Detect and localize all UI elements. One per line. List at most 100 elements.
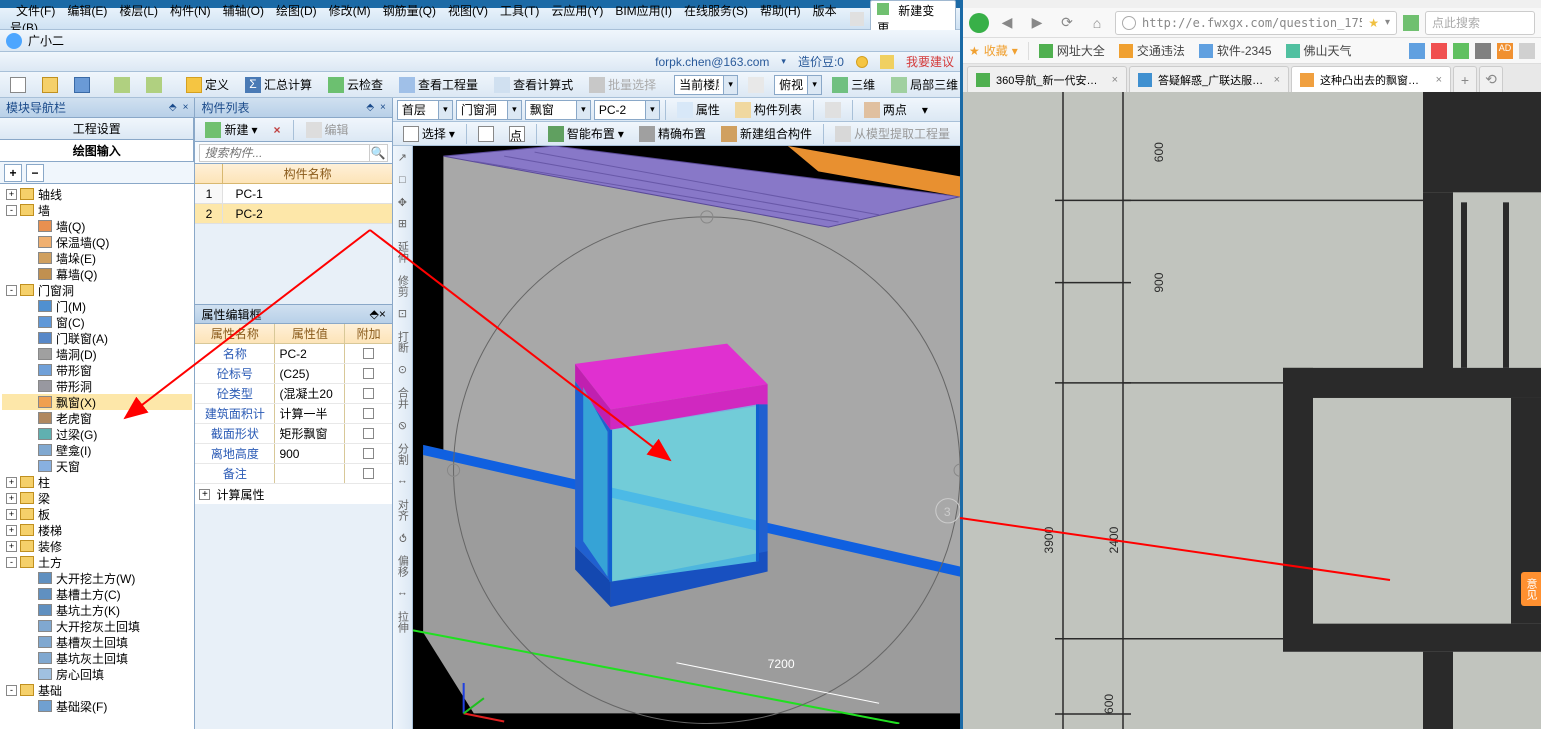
floor-combo[interactable]: ▾ — [674, 75, 738, 95]
bookmark-item[interactable]: 软件-2345 — [1199, 42, 1272, 59]
menu-item[interactable]: 在线服务(S) — [678, 2, 754, 20]
tree-node[interactable]: 保温墙(Q) — [2, 234, 192, 250]
snap1-button[interactable] — [472, 123, 500, 145]
tree-node[interactable]: +柱 — [2, 474, 192, 490]
floor-icon-button[interactable] — [742, 74, 770, 96]
toggle-icon[interactable]: - — [6, 205, 17, 216]
bookmark-item[interactable]: 佛山天气 — [1286, 42, 1352, 59]
checkbox[interactable] — [363, 388, 374, 399]
tree-node[interactable]: 门联窗(A) — [2, 330, 192, 346]
ad-icon[interactable]: AD — [1497, 43, 1513, 59]
checkbox[interactable] — [363, 408, 374, 419]
vtool-button[interactable]: 分割 — [394, 440, 410, 468]
tree-node[interactable]: 基槽灰土回填 — [2, 634, 192, 650]
suggest-link[interactable]: 我要建议 — [906, 53, 954, 70]
vtool-button[interactable]: 延伸 — [394, 238, 410, 266]
toggle-icon[interactable]: + — [6, 477, 17, 488]
vtool-button[interactable]: 修剪 — [394, 272, 410, 300]
checkbox[interactable] — [363, 348, 374, 359]
vtool-button[interactable]: 拉伸 — [394, 608, 410, 636]
batch-select-button[interactable]: 批量选择 — [583, 73, 662, 96]
comp-list-button[interactable]: 构件列表 — [729, 98, 808, 121]
table-row[interactable]: 2PC-2 — [195, 204, 391, 224]
bookmark-item[interactable]: 网址大全 — [1039, 42, 1105, 59]
prop-value[interactable]: PC-2 — [275, 344, 345, 363]
vtool-button[interactable]: ⊡ — [394, 306, 410, 322]
save-button[interactable] — [68, 74, 96, 96]
tree-node[interactable]: 窗(C) — [2, 314, 192, 330]
new-combo-button[interactable]: 新建组合构件 — [715, 122, 818, 145]
menu-item[interactable]: BIM应用(I) — [609, 2, 678, 20]
dropdown-icon[interactable] — [850, 12, 864, 26]
item-select[interactable]: ▾ — [594, 100, 660, 120]
chevron-down-icon[interactable]: ▾ — [723, 76, 737, 94]
tree-node[interactable]: +板 — [2, 506, 192, 522]
menu-item[interactable]: 楼层(L) — [113, 2, 164, 20]
undo-button[interactable] — [108, 74, 136, 96]
tab-close-icon[interactable]: × — [1112, 74, 1118, 86]
tree-node[interactable]: +装修 — [2, 538, 192, 554]
vtool-button[interactable]: ⊘ — [394, 418, 410, 434]
menu-item[interactable]: 构件(N) — [164, 2, 217, 20]
menu-item[interactable]: 绘图(D) — [270, 2, 323, 20]
tree-node[interactable]: 幕墙(Q) — [2, 266, 192, 282]
tree-node[interactable]: 墙(Q) — [2, 218, 192, 234]
browser-tab[interactable]: 360导航_新一代安全上× — [967, 66, 1127, 92]
menu-item[interactable]: 视图(V) — [442, 2, 494, 20]
chevron-down-icon[interactable]: ▾ — [576, 101, 590, 119]
3d-button[interactable]: 三维 — [826, 73, 881, 96]
floor-input[interactable] — [675, 76, 723, 94]
toggle-icon[interactable]: - — [6, 285, 17, 296]
star-icon[interactable]: ★ — [1368, 16, 1379, 30]
checkbox[interactable] — [363, 448, 374, 459]
menu-item[interactable]: 辅轴(O) — [217, 2, 270, 20]
grid-icon-button[interactable] — [819, 99, 847, 121]
checkbox[interactable] — [363, 368, 374, 379]
prop-row[interactable]: 砼标号(C25) — [195, 364, 391, 384]
tree-node[interactable]: 墙垛(E) — [2, 250, 192, 266]
checkbox[interactable] — [363, 468, 374, 479]
open-button[interactable] — [36, 74, 64, 96]
prop-row[interactable]: 建筑面积计计算一半 — [195, 404, 391, 424]
tree-node[interactable]: 大开挖灰土回填 — [2, 618, 192, 634]
subcategory-select[interactable]: ▾ — [525, 100, 591, 120]
address-bar[interactable]: ★ ▾ — [1115, 11, 1397, 35]
two-point-button[interactable]: 两点 — [858, 98, 913, 121]
url-input[interactable] — [1142, 16, 1362, 30]
nav-tree[interactable]: +轴线-墙墙(Q)保温墙(Q)墙垛(E)幕墙(Q)-门窗洞门(M)窗(C)门联窗… — [0, 184, 194, 729]
prop-row[interactable]: 备注 — [195, 464, 391, 484]
ext2-icon[interactable] — [1431, 43, 1447, 59]
cloud-check-button[interactable]: 云检查 — [322, 73, 389, 96]
point-button[interactable]: 点 — [503, 123, 531, 145]
tree-node[interactable]: 带形窗 — [2, 362, 192, 378]
fav-button[interactable]: ★ 收藏 ▾ — [969, 42, 1018, 59]
expand-all-button[interactable]: + — [4, 164, 22, 182]
reload-button[interactable]: ⟳ — [1055, 11, 1079, 35]
tree-node[interactable]: -墙 — [2, 202, 192, 218]
search-icon[interactable]: 🔍 — [370, 144, 388, 162]
ext4-icon[interactable] — [1475, 43, 1491, 59]
tree-node[interactable]: 过梁(G) — [2, 426, 192, 442]
pin-icon[interactable]: ⬘ — [370, 307, 379, 321]
restore-tab-button[interactable]: ⟲ — [1479, 66, 1503, 92]
vtool-button[interactable]: 打断 — [394, 328, 410, 356]
extension-icon[interactable] — [1403, 15, 1419, 31]
dd-button[interactable]: ▾ — [916, 100, 934, 120]
delete-component-button[interactable]: × — [267, 120, 286, 140]
precise-layout-button[interactable]: 精确布置 — [633, 122, 712, 145]
prop-row[interactable]: 截面形状矩形飘窗 — [195, 424, 391, 444]
tab-close-icon[interactable]: × — [1436, 74, 1442, 86]
tree-node[interactable]: 老虎窗 — [2, 410, 192, 426]
tree-node[interactable]: 基坑灰土回填 — [2, 650, 192, 666]
tree-node[interactable]: 大开挖土方(W) — [2, 570, 192, 586]
toggle-icon[interactable]: + — [6, 509, 17, 520]
tree-node[interactable]: 房心回填 — [2, 666, 192, 682]
prop-value[interactable]: (C25) — [275, 364, 345, 383]
vtool-button[interactable]: ⊙ — [394, 362, 410, 378]
toggle-icon[interactable]: + — [6, 189, 17, 200]
vtool-button[interactable]: □ — [394, 172, 410, 188]
tab-close-icon[interactable]: × — [1274, 74, 1280, 86]
tree-node[interactable]: 基坑土方(K) — [2, 602, 192, 618]
local-3d-button[interactable]: 局部三维 — [885, 73, 964, 96]
forward-button[interactable]: ▶ — [1025, 11, 1049, 35]
